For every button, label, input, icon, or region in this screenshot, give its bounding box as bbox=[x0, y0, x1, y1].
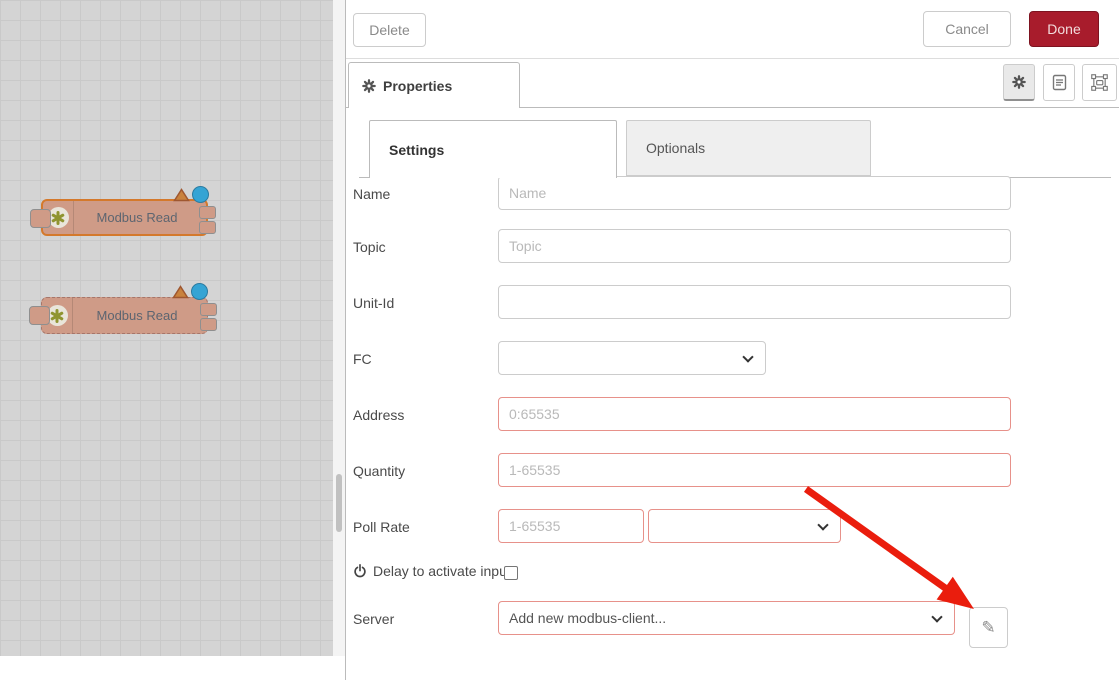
fc-select[interactable] bbox=[498, 341, 766, 375]
modbus-read-node-1[interactable]: Modbus Read bbox=[41, 199, 208, 236]
done-button[interactable]: Done bbox=[1029, 11, 1099, 47]
changed-dot-badge bbox=[191, 283, 208, 300]
properties-tab-label: Properties bbox=[383, 78, 452, 94]
tab-optionals[interactable]: Optionals bbox=[626, 120, 871, 176]
output-port-1[interactable] bbox=[199, 206, 216, 219]
output-port-2[interactable] bbox=[199, 221, 216, 234]
topic-label: Topic bbox=[353, 239, 493, 255]
tab-settings[interactable]: Settings bbox=[369, 120, 617, 178]
canvas-scrollbar-track[interactable] bbox=[333, 0, 345, 656]
output-port-2[interactable] bbox=[200, 318, 217, 331]
canvas-scrollbar-thumb[interactable] bbox=[336, 474, 342, 532]
modbus-read-node-2[interactable]: Modbus Read bbox=[41, 297, 208, 334]
edit-description-icon-button[interactable] bbox=[1043, 64, 1075, 101]
settings-tab-label: Settings bbox=[389, 142, 444, 158]
gear-icon bbox=[1012, 75, 1026, 89]
delay-checkbox[interactable] bbox=[504, 566, 518, 580]
node-body: Modbus Read bbox=[42, 298, 207, 333]
document-icon bbox=[1052, 74, 1067, 91]
poll-rate-unit-select[interactable] bbox=[648, 509, 841, 543]
server-label: Server bbox=[353, 611, 493, 627]
warning-triangle-icon bbox=[172, 285, 189, 299]
poll-rate-label: Poll Rate bbox=[353, 519, 493, 535]
name-input[interactable] bbox=[498, 176, 1011, 210]
output-port-1[interactable] bbox=[200, 303, 217, 316]
pencil-icon: ✎ bbox=[981, 618, 995, 638]
server-select-value: Add new modbus-client... bbox=[509, 610, 666, 626]
edit-server-config-button[interactable]: ✎ bbox=[969, 607, 1008, 648]
topic-input[interactable] bbox=[498, 229, 1011, 263]
flow-canvas[interactable]: Modbus Read bbox=[0, 0, 333, 656]
chevron-down-icon bbox=[817, 519, 828, 530]
poll-rate-input[interactable] bbox=[498, 509, 644, 543]
quantity-label: Quantity bbox=[353, 463, 493, 479]
edit-properties-icon-button[interactable] bbox=[1003, 64, 1035, 101]
tab-properties[interactable]: Properties bbox=[348, 62, 520, 108]
node-edit-tray: Delete Cancel Done Properties bbox=[345, 0, 1119, 680]
edit-appearance-icon-button[interactable] bbox=[1082, 64, 1117, 101]
input-port[interactable] bbox=[30, 209, 51, 228]
unit-id-input[interactable] bbox=[498, 285, 1011, 319]
node-label: Modbus Read bbox=[73, 308, 207, 323]
cancel-button[interactable]: Cancel bbox=[923, 11, 1011, 47]
optionals-tab-label: Optionals bbox=[646, 140, 705, 156]
unit-id-label: Unit-Id bbox=[353, 295, 493, 311]
fc-label: FC bbox=[353, 351, 493, 367]
power-icon bbox=[353, 564, 367, 578]
node-body: Modbus Read bbox=[43, 201, 206, 234]
name-label: Name bbox=[353, 186, 493, 202]
chevron-down-icon bbox=[931, 611, 942, 622]
appearance-frame-icon bbox=[1091, 74, 1108, 91]
input-port[interactable] bbox=[29, 306, 50, 325]
delay-label-text: Delay to activate input bbox=[373, 563, 511, 579]
settings-optionals-tab-bar: Settings Optionals bbox=[346, 119, 1119, 178]
delete-button[interactable]: Delete bbox=[353, 13, 426, 47]
node-red-editor: Modbus Read bbox=[0, 0, 1119, 680]
changed-dot-badge bbox=[192, 186, 209, 203]
server-select[interactable]: Add new modbus-client... bbox=[498, 601, 955, 635]
address-label: Address bbox=[353, 407, 493, 423]
quantity-input[interactable] bbox=[498, 453, 1011, 487]
warning-triangle-icon bbox=[173, 188, 190, 202]
node-label: Modbus Read bbox=[74, 210, 206, 225]
delay-to-activate-label: Delay to activate input bbox=[353, 563, 511, 579]
chevron-down-icon bbox=[742, 351, 753, 362]
properties-tab-bar: Properties bbox=[346, 59, 1119, 108]
gear-icon bbox=[362, 79, 376, 93]
address-input[interactable] bbox=[498, 397, 1011, 431]
